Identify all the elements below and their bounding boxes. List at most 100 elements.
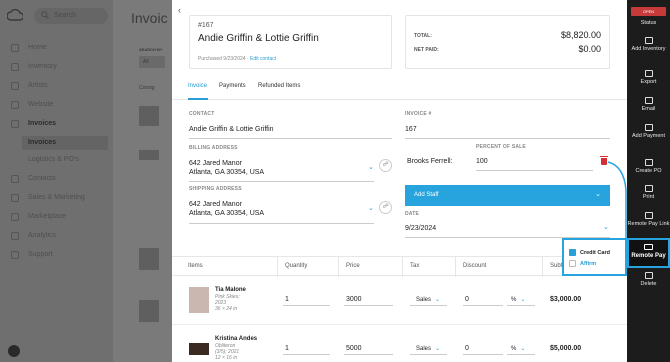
chevron-down-icon: ⌄ xyxy=(435,346,441,352)
back-arrow-icon[interactable]: ‹ xyxy=(178,5,181,15)
invoice-no-label: INVOICE # xyxy=(405,111,432,117)
tab-invoice[interactable]: Invoice xyxy=(188,83,207,89)
status-button[interactable]: Status xyxy=(627,20,670,26)
add-payment-button[interactable]: Add Payment xyxy=(627,124,670,139)
inventory-icon xyxy=(11,63,19,71)
shipping-address-field[interactable]: 642 Jared Manor Atlanta, GA 30354, USA xyxy=(189,200,264,218)
item-dimensions: 12 × 16 in xyxy=(215,355,238,361)
create-po-icon xyxy=(644,159,653,166)
delete-button[interactable]: Delete xyxy=(627,272,670,287)
shipping-copy-button[interactable]: ☍ xyxy=(379,201,392,214)
add-inventory-button[interactable]: Add Inventory xyxy=(627,37,670,52)
background-thumbnail xyxy=(139,300,159,322)
sidebar-item-invoices[interactable]: Invoices xyxy=(0,116,113,132)
col-discount: Discount xyxy=(463,263,487,269)
cloud-logo-icon xyxy=(7,9,23,21)
subtotal-value: $3,000.00 xyxy=(550,296,582,303)
total-label: TOTAL: xyxy=(414,33,432,39)
sidebar-item-marketplace[interactable]: Marketplace xyxy=(0,209,113,225)
sidebar-item-website[interactable]: Website xyxy=(0,97,113,113)
artwork-thumbnail xyxy=(189,343,209,355)
sidebar-subitem-logistics[interactable]: Logistics & PO's xyxy=(22,153,108,167)
billing-copy-button[interactable]: ☍ xyxy=(379,159,392,172)
export-button[interactable]: Export xyxy=(627,70,670,85)
discount-type-select[interactable]: % ⌄ xyxy=(511,296,525,303)
add-inventory-icon xyxy=(644,37,653,44)
table-row: Kristina Andes Obliteron (3/5); 2021 12 … xyxy=(172,326,627,362)
search-placeholder: Search xyxy=(54,12,77,19)
contact-underline xyxy=(189,138,392,139)
tax-select[interactable]: Sales ⌄ xyxy=(416,345,440,352)
sidebar-item-support[interactable]: Support xyxy=(0,247,113,263)
edit-contact-link[interactable]: Edit contact xyxy=(250,56,276,62)
sidebar-item-sales-marketing[interactable]: Sales & Marketing xyxy=(0,190,113,206)
col-tax: Tax xyxy=(410,263,420,269)
sidebar-item-label: Analytics xyxy=(28,232,57,239)
sidebar-item-inventory[interactable]: Inventory xyxy=(0,59,113,75)
discount-type-value: % xyxy=(511,346,517,352)
discount-type-underline xyxy=(507,305,535,306)
contact-name: Andie Griffin & Lottie Griffin xyxy=(198,33,319,44)
sidebar-subitem-invoices[interactable]: Invoices xyxy=(22,136,108,150)
items-table-header: Items Quantity Price Tax Discount Subto xyxy=(172,256,627,277)
price-field[interactable]: 5000 xyxy=(346,345,362,352)
sidebar-item-label: Sales & Marketing xyxy=(28,194,85,201)
staff-name: Brooks Ferrell: xyxy=(407,158,453,165)
tax-value: Sales xyxy=(416,297,432,303)
tax-underline xyxy=(410,305,447,306)
artists-icon xyxy=(11,82,19,90)
print-icon xyxy=(644,185,653,192)
billing-address-field[interactable]: 642 Jared Manor Atlanta, GA 30354, USA xyxy=(189,159,264,177)
affirm-option[interactable]: Affirm xyxy=(569,260,596,267)
shipping-chevron-down-icon[interactable]: ⌄ xyxy=(368,204,374,212)
net-paid-label: NET PAID: xyxy=(414,47,439,53)
sidebar-item-artists[interactable]: Artists xyxy=(0,78,113,94)
export-icon xyxy=(644,70,653,77)
billing-chevron-down-icon[interactable]: ⌄ xyxy=(368,163,374,171)
subtotal-value: $5,000.00 xyxy=(550,345,582,352)
purchase-date: Purchased 9/23/2024 · xyxy=(198,56,249,62)
quantity-field[interactable]: 1 xyxy=(285,345,289,352)
percent-underline xyxy=(476,170,593,171)
discount-underline xyxy=(463,305,503,306)
item-dimensions: 36 × 24 in xyxy=(215,306,238,312)
search-input[interactable]: Search xyxy=(34,8,108,24)
contact-field[interactable]: Andie Griffin & Lottie Griffin xyxy=(189,126,274,133)
invoice-no-field[interactable]: 167 xyxy=(405,126,417,133)
shipping-address-label: SHIPPING ADDRESS xyxy=(189,186,242,192)
credit-card-option[interactable]: Credit Card xyxy=(569,249,610,256)
billing-underline xyxy=(189,181,374,182)
tax-underline xyxy=(410,354,447,355)
chevron-down-icon: ⌄ xyxy=(435,297,441,303)
status-badge: OPEN xyxy=(631,7,666,16)
invoice-tabs: Invoice Payments Refunded Items xyxy=(172,76,627,100)
toolbar-label: Create PO xyxy=(635,168,662,174)
sidebar: Search Home Inventory Artists Website In… xyxy=(0,0,113,362)
col-divider xyxy=(402,257,403,277)
sidebar-item-home[interactable]: Home xyxy=(0,40,113,56)
search-icon xyxy=(41,11,49,19)
quantity-field[interactable]: 1 xyxy=(285,296,289,303)
artwork-thumbnail xyxy=(189,287,209,313)
checkbox-unchecked-icon[interactable] xyxy=(569,260,576,267)
price-field[interactable]: 3000 xyxy=(346,296,362,303)
sidebar-item-label: Invoices xyxy=(28,120,57,127)
discount-field[interactable]: 0 xyxy=(465,345,469,352)
percent-of-sale-field[interactable]: 100 xyxy=(476,158,488,165)
sidebar-item-analytics[interactable]: Analytics xyxy=(0,228,113,244)
tab-payments[interactable]: Payments xyxy=(219,83,246,89)
tax-select[interactable]: Sales ⌄ xyxy=(416,296,440,303)
item-artist: Tia Malone xyxy=(215,287,246,293)
discount-field[interactable]: 0 xyxy=(465,296,469,303)
sales-icon xyxy=(11,194,19,202)
tab-refunded-items[interactable]: Refunded Items xyxy=(258,83,300,89)
background-page-title: Invoic xyxy=(131,10,168,26)
checkbox-checked-icon[interactable] xyxy=(569,249,576,256)
add-staff-button[interactable]: Add Staff ⌄ xyxy=(405,185,610,206)
discount-type-select[interactable]: % ⌄ xyxy=(511,345,525,352)
email-button[interactable]: Email xyxy=(627,97,670,112)
sidebar-item-contacts[interactable]: Contacts xyxy=(0,171,113,187)
avatar[interactable] xyxy=(8,345,20,357)
date-field[interactable]: 9/23/2024 xyxy=(405,225,436,232)
discount-type-value: % xyxy=(511,297,517,303)
